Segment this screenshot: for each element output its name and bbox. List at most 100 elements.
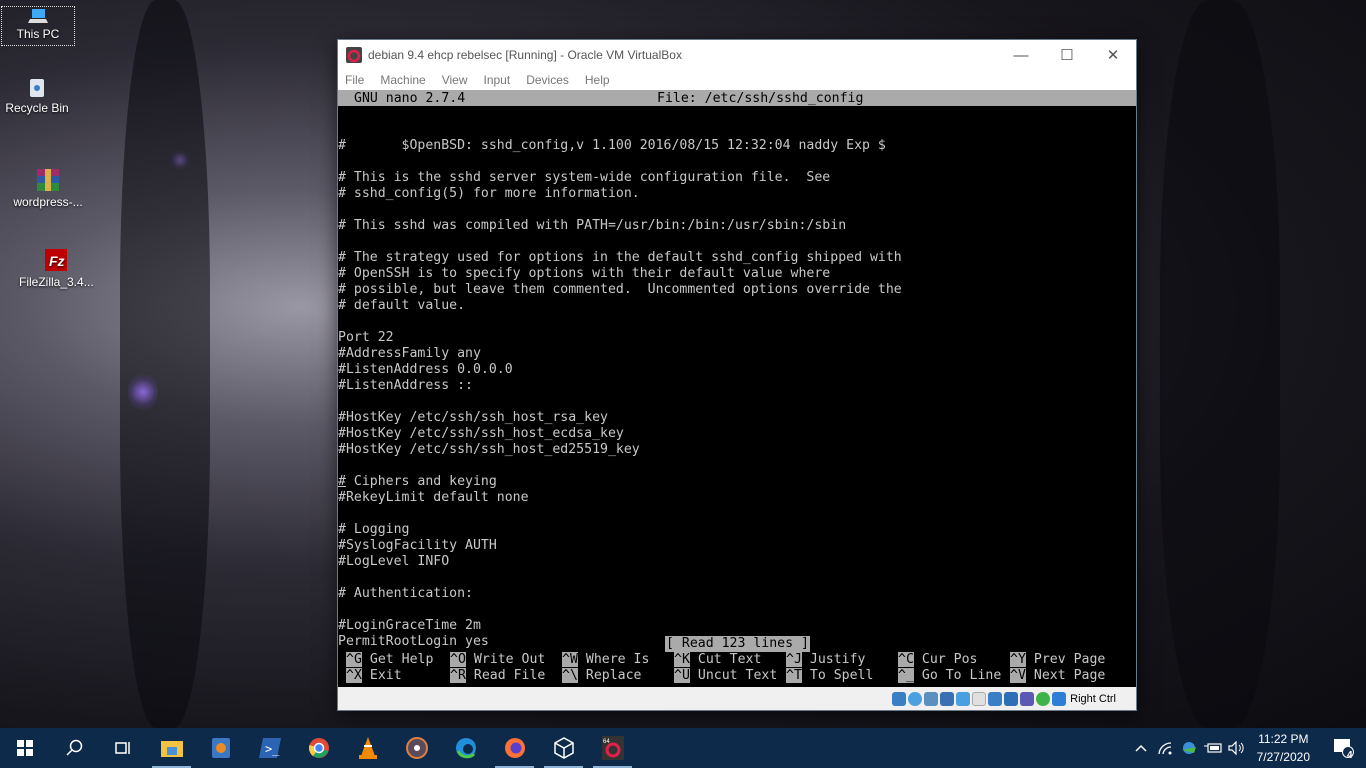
desktop-icon-this-pc[interactable]: This PC (1, 6, 75, 46)
shortcut-key: ^Y (1010, 652, 1026, 667)
shortcut-go-to-line: ^_ Go To Line (898, 668, 1001, 684)
taskbar-virtualbox[interactable] (539, 728, 588, 768)
editor-line: #AddressFamily any (338, 346, 481, 361)
menu-file[interactable]: File (345, 73, 364, 87)
debian-vm-icon: 64 (601, 736, 624, 760)
desktop-icon-label: wordpress-... (13, 195, 83, 209)
desktop-icon-label: FileZilla_3.4... (19, 275, 94, 289)
menu-input[interactable]: Input (484, 73, 511, 87)
shortcut-label: Where Is (585, 652, 650, 667)
taskbar-file-explorer[interactable] (147, 728, 196, 768)
taskbar-vlc[interactable] (343, 728, 392, 768)
desktop-icon-filezilla[interactable]: Fz FileZilla_3.4... (19, 248, 94, 289)
editor-line: #ListenAddress :: (338, 378, 473, 393)
groove-music-icon (405, 737, 428, 759)
shortcut-key: ^U (674, 668, 690, 683)
taskbar-powershell[interactable]: >_ (245, 728, 294, 768)
virtualization-icon[interactable] (1020, 691, 1035, 706)
close-button[interactable]: ✕ (1090, 40, 1136, 70)
keyboard-capture-icon[interactable] (1052, 691, 1067, 706)
editor-buffer[interactable]: # $OpenBSD: sshd_config,v 1.100 2016/08/… (338, 122, 902, 650)
taskbar-media-player[interactable] (196, 728, 245, 768)
shortcut-label: Write Out (473, 652, 546, 667)
maximize-button[interactable]: ☐ (1044, 40, 1090, 70)
menu-devices[interactable]: Devices (526, 73, 569, 87)
window-title: debian 9.4 ehcp rebelsec [Running] - Ora… (368, 48, 682, 62)
network-icon[interactable] (940, 691, 955, 706)
nano-shortcut-bar: ^G Get Help ^O Write Out ^W Where Is ^K Cut Tex… (338, 652, 1136, 684)
task-view-button[interactable] (98, 728, 147, 768)
shortcut-label: Replace (585, 668, 642, 683)
taskbar-debian-vm[interactable]: 64 (588, 728, 637, 768)
shortcut-key: ^_ (898, 668, 914, 683)
taskbar-edge[interactable] (441, 728, 490, 768)
desktop-icon-recycle-bin[interactable]: Recycle Bin (0, 76, 74, 115)
shortcut-read-file: ^R Read File (450, 668, 545, 684)
optical-drive-icon[interactable] (908, 691, 923, 706)
menu-help[interactable]: Help (585, 73, 610, 87)
shortcut-uncut-text: ^U Uncut Text (674, 668, 777, 684)
media-player-icon (211, 738, 230, 758)
shortcut-justify: ^J Justify (786, 652, 865, 668)
nano-status-message: [ Read 123 lines ] (665, 636, 810, 652)
editor-line: #HostKey /etc/ssh/ssh_host_rsa_key (338, 410, 608, 425)
display-icon[interactable] (988, 691, 1003, 706)
winrar-archive-icon (32, 168, 64, 192)
wifi-button[interactable] (1153, 741, 1177, 755)
shortcut-label: Justify (809, 652, 866, 667)
menu-view[interactable]: View (442, 73, 468, 87)
hard-disk-icon[interactable] (892, 691, 907, 706)
search-button[interactable] (49, 728, 98, 768)
show-hidden-icons-button[interactable] (1129, 744, 1153, 752)
start-button[interactable] (0, 728, 49, 768)
desktop-icon-wordpress[interactable]: wordpress-... (11, 168, 85, 209)
chrome-icon (308, 738, 329, 758)
svg-text:>_: >_ (265, 742, 280, 756)
vm-screen[interactable]: GNU nano 2.7.4 File: /etc/ssh/sshd_confi… (338, 90, 1136, 688)
menu-bar: File Machine View Input Devices Help (338, 70, 1136, 90)
menu-machine[interactable]: Machine (380, 73, 425, 87)
minimize-button[interactable]: — (998, 40, 1044, 70)
nano-version: GNU nano 2.7.4 (354, 90, 466, 106)
debian-vm-icon (346, 47, 362, 63)
editor-line: # This sshd was compiled with PATH=/usr/… (338, 218, 847, 233)
editor-line: #HostKey /etc/ssh/ssh_host_ecdsa_key (338, 426, 624, 441)
battery-button[interactable] (1201, 742, 1225, 754)
background-glow (128, 372, 158, 412)
shared-folders-icon[interactable] (972, 691, 987, 706)
filezilla-icon: Fz (40, 248, 72, 272)
nano-title-bar: GNU nano 2.7.4 File: /etc/ssh/sshd_confi… (338, 90, 1136, 106)
shortcut-label: Prev Page (1033, 652, 1106, 667)
audio-icon[interactable] (924, 691, 939, 706)
shortcut-next-page: ^V Next Page (1010, 668, 1105, 684)
desktop-icon-label: This PC (16, 27, 60, 41)
shortcut-write-out: ^O Write Out (450, 652, 545, 668)
editor-line: #ListenAddress 0.0.0.0 (338, 362, 513, 377)
virtualbox-window: debian 9.4 ehcp rebelsec [Running] - Ora… (337, 39, 1137, 711)
window-titlebar[interactable]: debian 9.4 ehcp rebelsec [Running] - Ora… (338, 40, 1136, 70)
shortcut-exit: ^X Exit (346, 668, 402, 684)
clock[interactable]: 11:22 PM 7/27/2020 (1257, 730, 1310, 766)
volume-button[interactable] (1225, 741, 1249, 755)
windows-logo-icon (16, 740, 33, 756)
taskbar-firefox[interactable] (490, 728, 539, 768)
shortcut-replace: ^\ Replace (562, 668, 641, 684)
text-cursor: # (338, 474, 346, 489)
download-manager-tray[interactable] (1177, 741, 1201, 755)
shortcut-label: Read File (473, 668, 546, 683)
shortcut-key: ^V (1010, 668, 1026, 683)
guest-additions-icon[interactable] (1036, 691, 1051, 706)
host-key-label: Right Ctrl (1070, 692, 1116, 705)
usb-icon[interactable] (956, 691, 971, 706)
background-tree (120, 0, 210, 728)
volume-icon (1228, 741, 1244, 755)
taskbar-chrome[interactable] (294, 728, 343, 768)
taskbar-groove-music[interactable] (392, 728, 441, 768)
action-center-button[interactable]: 4 (1322, 738, 1366, 761)
video-capture-icon[interactable] (1004, 691, 1019, 706)
